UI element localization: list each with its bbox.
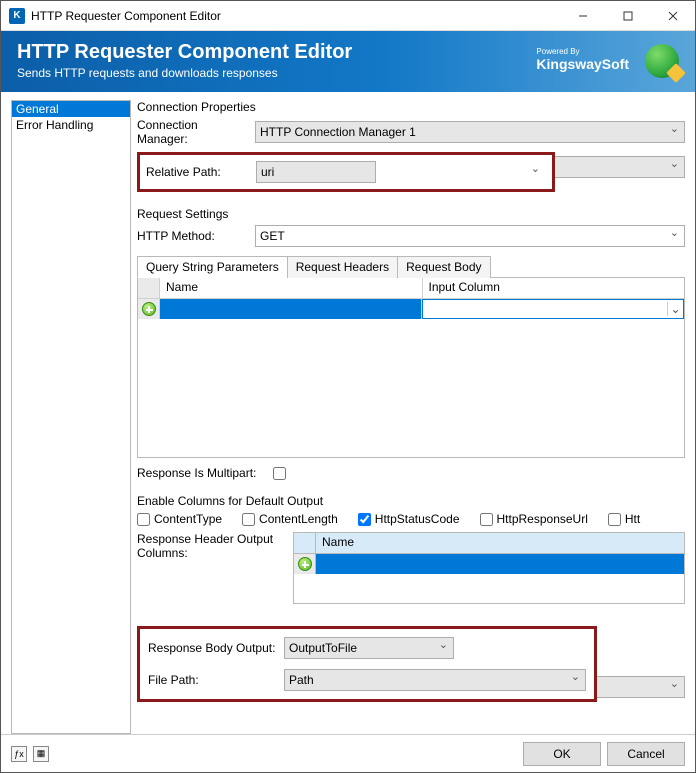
tab-request-headers[interactable]: Request Headers — [287, 256, 398, 278]
header-banner: HTTP Requester Component Editor Sends HT… — [1, 31, 695, 92]
chk-content-type[interactable] — [137, 513, 150, 526]
chk-http-response-url[interactable] — [480, 513, 493, 526]
section-title-request: Request Settings — [137, 207, 685, 221]
close-button[interactable] — [650, 1, 695, 31]
add-header-icon[interactable] — [298, 557, 312, 571]
tab-request-body[interactable]: Request Body — [397, 256, 490, 278]
response-body-output-section: Response Body Output: OutputToFile File … — [137, 626, 597, 702]
titlebar: K HTTP Requester Component Editor — [1, 1, 695, 31]
chk-htt[interactable] — [608, 513, 621, 526]
window-title: HTTP Requester Component Editor — [31, 9, 560, 23]
label-response-multipart: Response Is Multipart: — [137, 466, 267, 480]
maximize-button[interactable] — [605, 1, 650, 31]
connection-manager-select[interactable]: HTTP Connection Manager 1 — [255, 121, 685, 143]
file-path-select[interactable]: Path — [284, 669, 586, 691]
section-title-connection: Connection Properties — [137, 100, 685, 114]
default-output-section: Enable Columns for Default Output Conten… — [137, 494, 685, 604]
cancel-button[interactable]: Cancel — [607, 742, 685, 766]
col-input-column: Input Column — [423, 278, 685, 298]
brand-logo: Powered By KingswaySoft — [536, 48, 629, 72]
response-body-output-select[interactable]: OutputToFile — [284, 637, 454, 659]
response-multipart-checkbox[interactable] — [273, 467, 286, 480]
page-subtitle: Sends HTTP requests and downloads respon… — [17, 66, 536, 80]
chk-content-length[interactable] — [242, 513, 255, 526]
label-file-path: File Path: — [148, 673, 278, 687]
label-relative-path: Relative Path: — [146, 165, 250, 179]
chevron-down-icon[interactable]: ⌄ — [667, 302, 683, 316]
connection-properties-section: Connection Properties Connection Manager… — [137, 100, 685, 181]
section-title-defaults: Enable Columns for Default Output — [137, 494, 685, 508]
relative-path-select[interactable]: uri — [256, 161, 376, 183]
label-http-method: HTTP Method: — [137, 229, 249, 243]
globe-icon — [645, 44, 679, 78]
label-connection-manager: Connection Manager: — [137, 118, 249, 146]
sidebar-item-general[interactable]: General — [12, 101, 130, 117]
request-settings-section: Request Settings HTTP Method: GET Query … — [137, 207, 685, 480]
grid-tool-icon[interactable]: ▦ — [33, 746, 49, 762]
response-header-grid[interactable]: Name — [293, 532, 685, 604]
fx-icon[interactable]: ƒx — [11, 746, 27, 762]
app-icon: K — [9, 8, 25, 24]
sidebar-item-error-handling[interactable]: Error Handling — [12, 117, 130, 133]
tab-query-string[interactable]: Query String Parameters — [137, 256, 288, 278]
sidebar: General Error Handling — [11, 100, 131, 734]
minimize-button[interactable] — [560, 1, 605, 31]
grid-cell-name[interactable] — [160, 299, 422, 319]
label-response-body-output: Response Body Output: — [148, 641, 278, 655]
grid-cell-input-column[interactable]: ⌄ — [422, 299, 685, 319]
query-string-grid[interactable]: Name Input Column ⌄ — [137, 278, 685, 458]
footer: ƒx ▦ OK Cancel — [1, 734, 695, 772]
add-row-icon[interactable] — [142, 302, 156, 316]
col-name: Name — [160, 278, 423, 298]
ok-button[interactable]: OK — [523, 742, 601, 766]
label-response-header-cols: Response Header Output Columns: — [137, 532, 287, 560]
http-method-select[interactable]: GET — [255, 225, 685, 247]
chk-http-status[interactable] — [358, 513, 371, 526]
page-title: HTTP Requester Component Editor — [17, 41, 536, 64]
